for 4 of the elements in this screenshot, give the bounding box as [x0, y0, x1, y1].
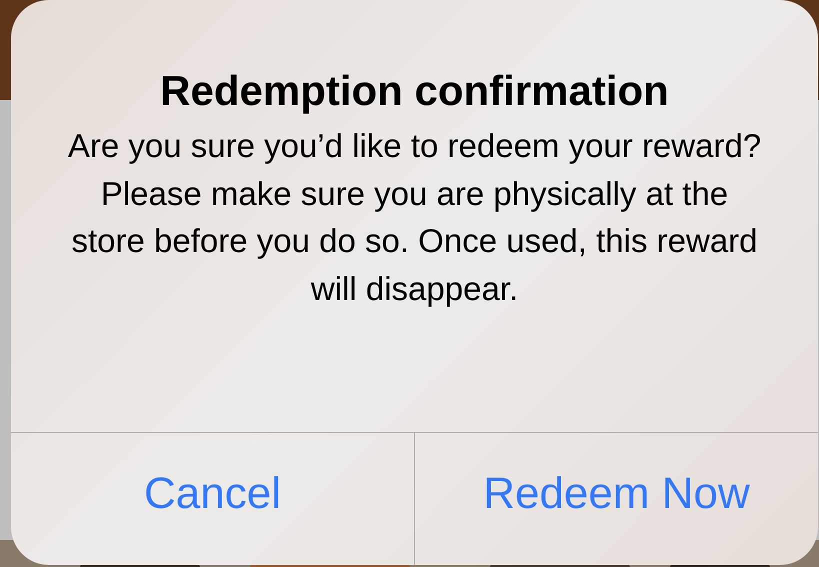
alert-title: Redemption confirmation	[160, 66, 669, 116]
alert-message: Are you sure you’d like to redeem your reward? Please make sure you are physically at the store before you do so. Once used, this reward will disappear.	[66, 126, 762, 309]
alert-button[interactable]: Redeem Now	[414, 433, 818, 565]
alert-button[interactable]: Cancel	[11, 433, 414, 565]
